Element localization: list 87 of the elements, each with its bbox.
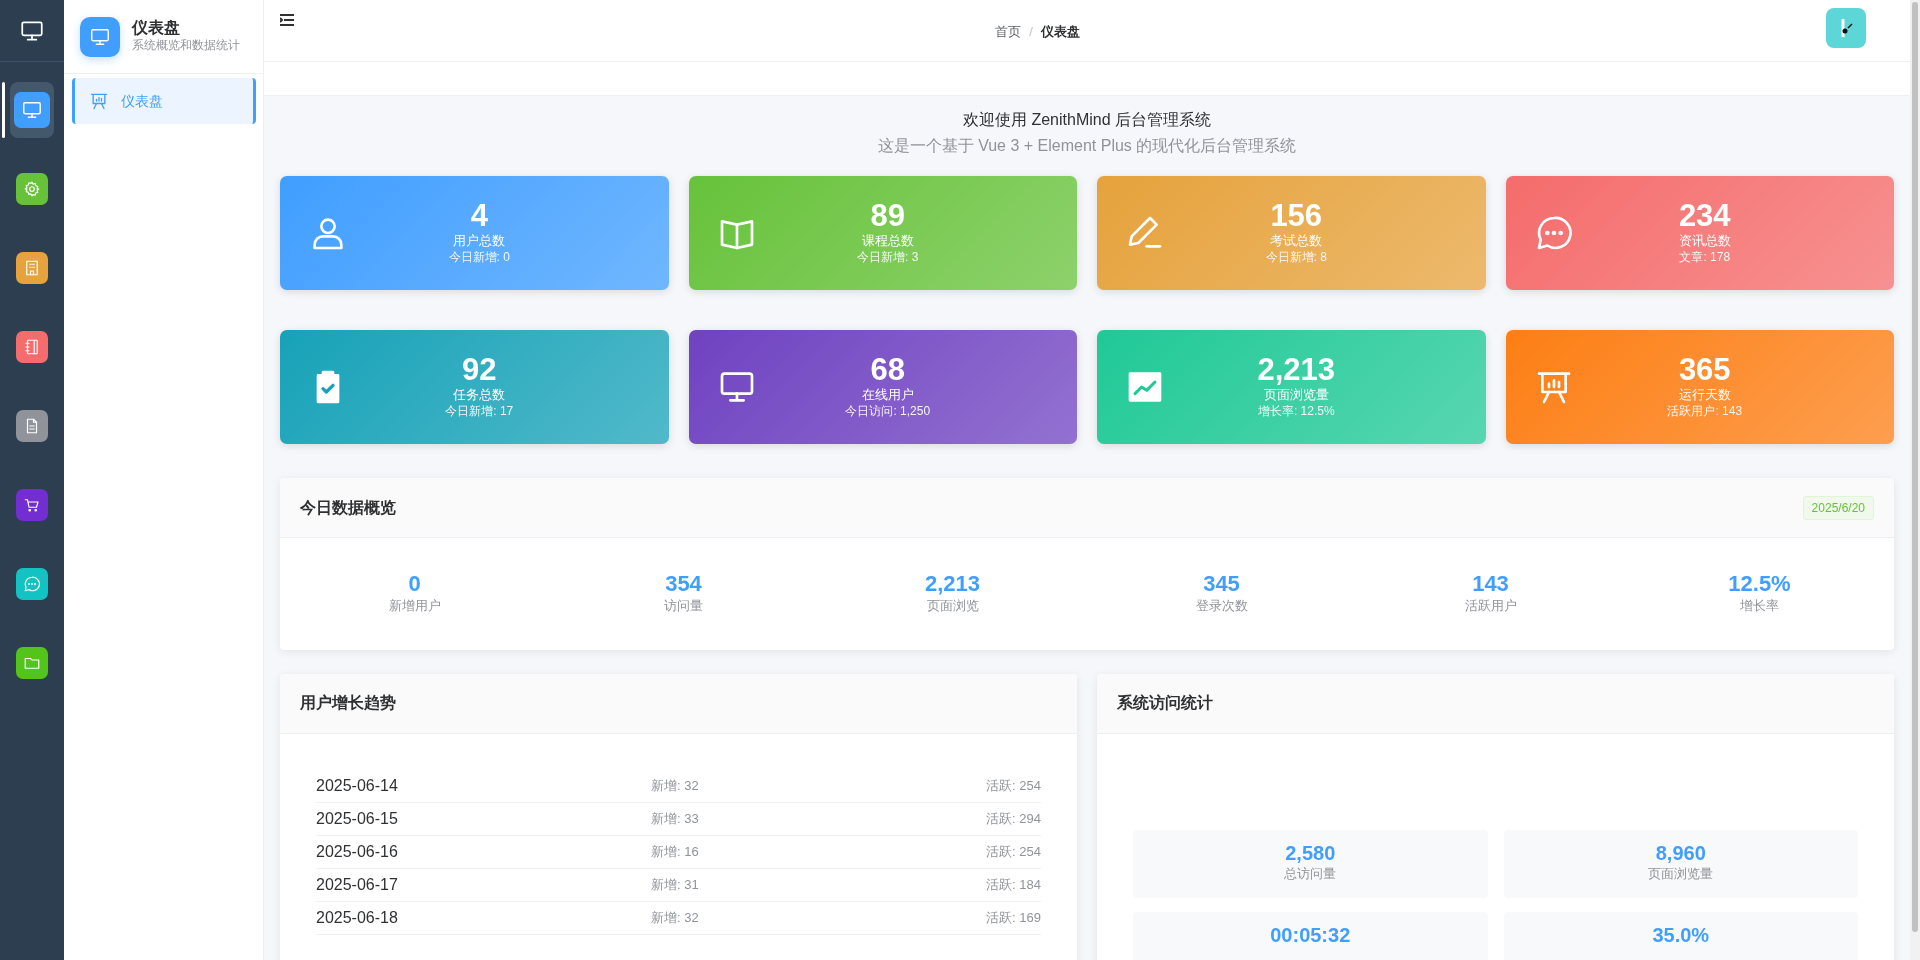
- metric-value: 143: [1471, 572, 1510, 597]
- monitor-icon: [21, 99, 43, 121]
- rail-button[interactable]: [16, 410, 48, 442]
- stat-value: 68: [869, 354, 906, 388]
- rail-button[interactable]: [16, 647, 48, 679]
- stat-label: 运行天数: [1677, 387, 1732, 404]
- rail-button[interactable]: [16, 252, 48, 284]
- stat-label: 课程总数: [860, 233, 915, 250]
- stat-value: 92: [461, 354, 498, 388]
- stat-label: 在线用户: [860, 387, 915, 404]
- stat-detail: 今日访问: 1,250: [844, 403, 932, 420]
- date-tag: 2025/6/20: [1802, 495, 1874, 520]
- active-users-count: 活跃: 184: [986, 875, 1041, 894]
- settings-icon: [23, 180, 41, 198]
- panel-title: 用户增长趋势: [300, 693, 396, 714]
- breadcrumb-separator: /: [1029, 23, 1033, 41]
- new-users-count: 新增: 33: [651, 809, 700, 828]
- scrollbar[interactable]: [1912, 2, 1918, 932]
- row-date: 2025-06-17: [316, 874, 399, 895]
- row-date: 2025-06-15: [316, 808, 399, 829]
- stat-detail: 活跃用户: 143: [1666, 403, 1744, 420]
- stat-detail: 今日新增: 17: [444, 403, 515, 420]
- sidebar-title: 仪表盘: [132, 18, 181, 38]
- stat-value: 156: [1269, 200, 1324, 234]
- new-users-count: 新增: 16: [651, 842, 700, 861]
- stat-label: 考试总数: [1269, 233, 1324, 250]
- breadcrumb-item: 仪表盘: [1040, 23, 1080, 41]
- rail-button[interactable]: [16, 489, 48, 521]
- metric-label: 增长率: [1739, 597, 1780, 616]
- stat-detail: 今日新增: 0: [447, 249, 511, 266]
- stat-value: 8,960: [1654, 841, 1707, 864]
- stat-value: 35.0%: [1651, 923, 1711, 946]
- stat-detail: 今日新增: 3: [856, 249, 920, 266]
- stat-value: 234: [1677, 200, 1732, 234]
- stat-detail: 文章: 178: [1678, 249, 1732, 266]
- stat-value: 4: [469, 200, 489, 234]
- cart-icon: [23, 496, 41, 514]
- metric-label: 登录次数: [1194, 597, 1249, 616]
- metric-label: 新增用户: [387, 597, 442, 616]
- rail-button[interactable]: [14, 92, 50, 128]
- building-icon: [23, 259, 41, 277]
- new-users-count: 新增: 32: [651, 908, 700, 927]
- rail-button[interactable]: [16, 173, 48, 205]
- active-users-count: 活跃: 254: [986, 842, 1041, 861]
- sidebar-subtitle: 系统概览和数据统计: [132, 38, 240, 54]
- avatar-button[interactable]: [1826, 8, 1866, 48]
- metric-label: 活跃用户: [1463, 597, 1518, 616]
- stat-value: 89: [869, 200, 906, 234]
- chat-bubble-icon: [23, 575, 41, 593]
- stat-value: 2,213: [1256, 354, 1337, 388]
- stat-value: 00:05:32: [1269, 923, 1352, 946]
- stat-label: 页面浏览量: [1262, 387, 1330, 404]
- menu-icon: [280, 14, 294, 26]
- panel-title: 系统访问统计: [1117, 693, 1213, 714]
- metric-label: 页面浏览: [925, 597, 980, 616]
- welcome-title: 欢迎使用 ZenithMind 后台管理系统: [961, 110, 1212, 130]
- stat-detail: 今日新增: 8: [1264, 249, 1328, 266]
- stat-value: 2,580: [1284, 841, 1337, 864]
- panel-title: 今日数据概览: [300, 497, 396, 518]
- metric-value: 354: [664, 572, 703, 597]
- stat-label: 任务总数: [452, 387, 507, 404]
- metric-value: 2,213: [923, 572, 982, 597]
- new-users-count: 新增: 32: [651, 776, 700, 795]
- presentation-board-icon: [89, 91, 109, 111]
- active-users-count: 活跃: 254: [986, 776, 1041, 795]
- row-date: 2025-06-16: [316, 841, 399, 862]
- metric-value: 345: [1202, 572, 1241, 597]
- row-date: 2025-06-18: [316, 907, 399, 928]
- metric-label: 访问量: [663, 597, 704, 616]
- metric-value: 0: [407, 572, 422, 597]
- stat-label: 用户总数: [452, 233, 507, 250]
- menu-toggle-button[interactable]: [280, 14, 294, 26]
- notebook-icon: [23, 338, 41, 356]
- breadcrumb-item[interactable]: 首页: [995, 22, 1022, 42]
- stat-value: 365: [1677, 354, 1732, 388]
- active-users-count: 活跃: 294: [986, 809, 1041, 828]
- active-users-count: 活跃: 169: [986, 908, 1041, 927]
- row-date: 2025-06-14: [316, 775, 399, 796]
- rail-button[interactable]: [16, 568, 48, 600]
- new-users-count: 新增: 31: [651, 875, 700, 894]
- stat-label: 页面浏览量: [1647, 864, 1715, 883]
- metric-value: 12.5%: [1727, 572, 1792, 597]
- stat-label: 总访问量: [1283, 864, 1338, 883]
- stat-label: 资讯总数: [1677, 233, 1732, 250]
- rail-button[interactable]: [16, 331, 48, 363]
- welcome-subtitle: 这是一个基于 Vue 3 + Element Plus 的现代化后台管理系统: [876, 136, 1298, 156]
- stat-detail: 增长率: 12.5%: [1256, 403, 1336, 420]
